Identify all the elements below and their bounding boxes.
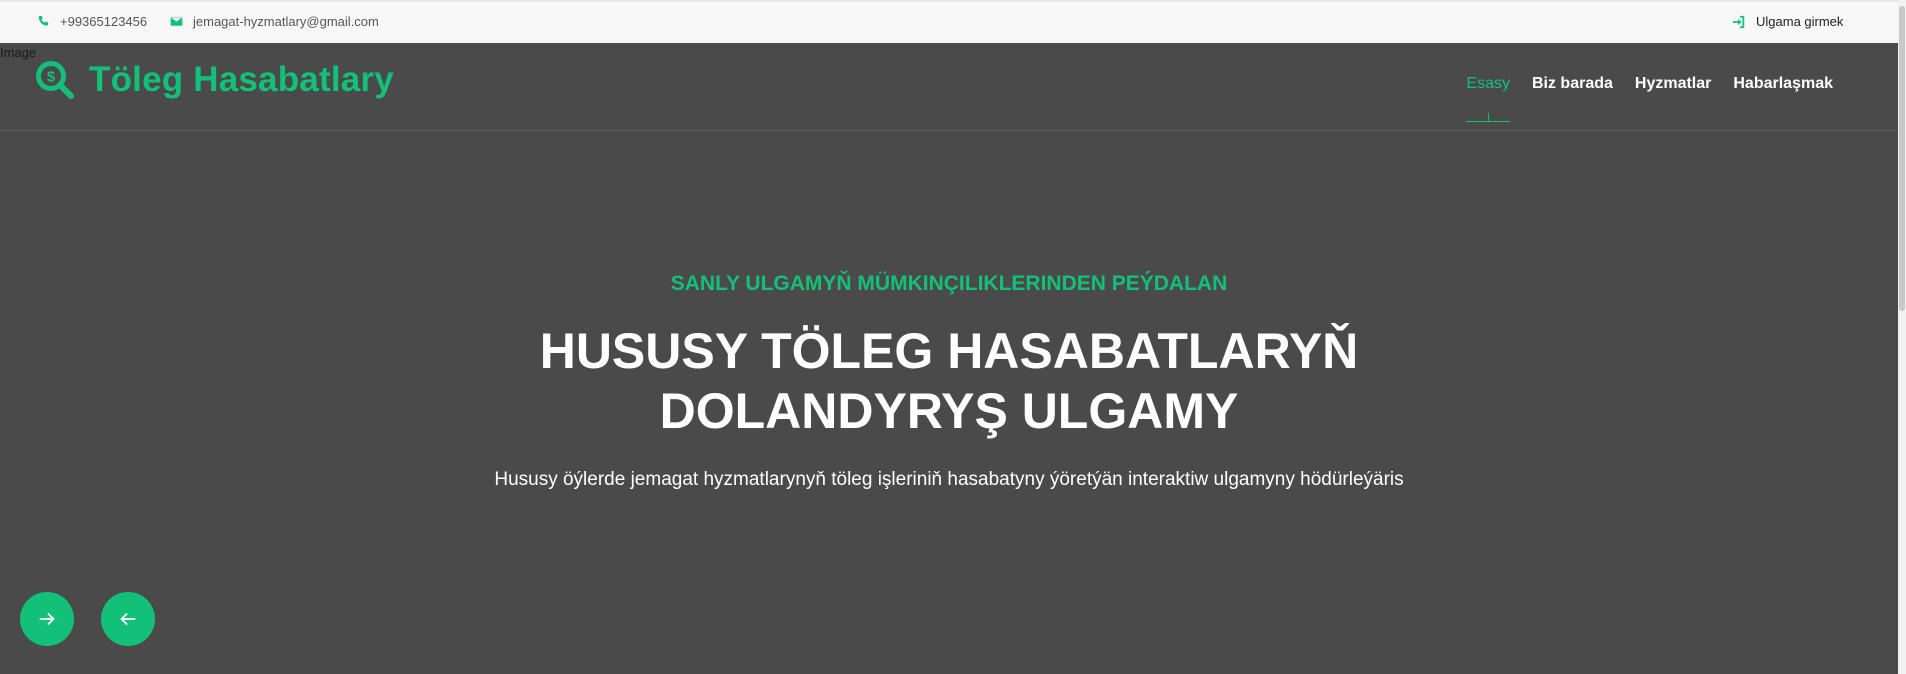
login-link[interactable]: Ulgama girmek [1732,14,1843,29]
arrow-right-icon [39,612,55,626]
logo-text: Töleg Hasabatlary [89,60,394,99]
email-address: jemagat-hyzmatlary@gmail.com [193,14,379,29]
nav-item-habarlasmak[interactable]: Habarlaşmak [1733,75,1833,93]
active-underline [1466,121,1510,122]
main-nav: Esasy Biz barada Hyzmatlar Habarlaşmak [1466,75,1833,122]
nav-item-hyzmatlar[interactable]: Hyzmatlar [1635,75,1711,93]
envelope-icon [170,17,183,26]
nav-label: Esasy [1466,75,1510,92]
carousel-prev-button[interactable] [101,592,155,646]
nav-label: Habarlaşmak [1733,75,1833,92]
nav-item-esasy[interactable]: Esasy [1466,75,1510,122]
top-bar: +99365123456 jemagat-hyzmatlary@gmail.co… [0,0,1898,43]
hero-title: HUSUSY TÖLEG HASABATLARYŇ DOLANDYRYŞ ULG… [539,323,1359,439]
hero-section: SANLY ULGAMYŇ MÜMKINÇILIKLERINDEN PEÝDAL… [0,130,1898,491]
logo[interactable]: $ Töleg Hasabatlary [35,60,394,100]
arrow-left-icon [120,612,136,626]
nav-label: Biz barada [1531,75,1613,92]
email-contact[interactable]: jemagat-hyzmatlary@gmail.com [170,14,379,29]
search-dollar-icon: $ [36,61,74,99]
login-label: Ulgama girmek [1756,14,1844,29]
phone-contact[interactable]: +99365123456 [37,14,147,29]
scrollbar-thumb[interactable] [1899,6,1905,311]
hero-subtitle: SANLY ULGAMYŇ MÜMKINÇILIKLERINDEN PEÝDAL… [670,272,1228,295]
nav-label: Hyzmatlar [1634,75,1712,92]
hero-description: Hususy öýlerde jemagat hyzmatlarynyň töl… [494,469,1404,490]
carousel-next-button[interactable] [20,592,74,646]
phone-number: +99365123456 [60,14,148,29]
svg-text:$: $ [47,69,56,86]
site-header: $ Töleg Hasabatlary Esasy Biz barada Hyz… [0,43,1898,131]
sign-in-icon [1732,15,1745,28]
phone-icon [38,15,49,26]
nav-item-biz-barada[interactable]: Biz barada [1532,75,1613,93]
scrollbar[interactable] [1898,0,1906,674]
